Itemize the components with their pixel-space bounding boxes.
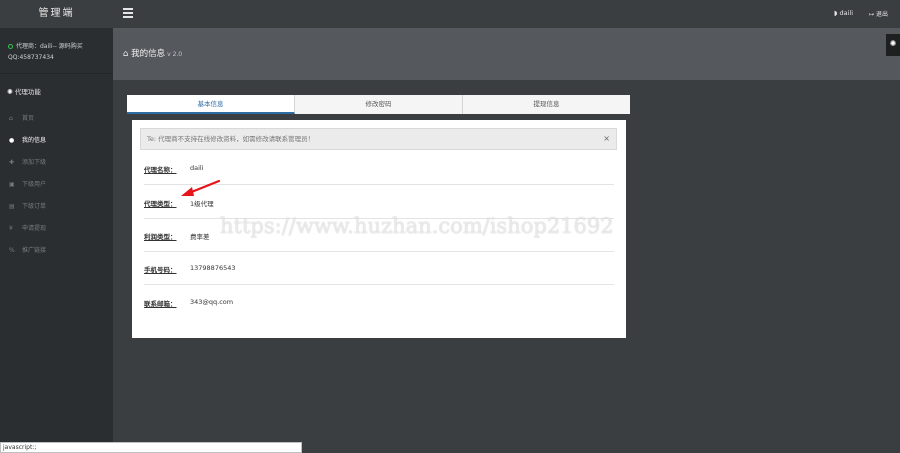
tab-bar: 基本信息 修改密码 提现信息: [127, 95, 630, 114]
home-icon: ⌂: [9, 115, 13, 122]
page-header: ⌂ 我的信息 v 2.0: [113, 28, 900, 80]
agent-info: 代理商：daili-- 源码购买 QQ:458737434: [0, 28, 113, 74]
sidebar-item-my-info[interactable]: ● 我的信息: [0, 130, 113, 152]
brand-logo[interactable]: 管理端: [0, 0, 113, 28]
home-icon: ⌂: [123, 49, 129, 59]
field-label: 手机号码：: [144, 266, 177, 274]
yen-icon: ¥: [9, 225, 13, 232]
menu-section-title: ✺ 代理功能: [7, 88, 41, 96]
field-value: daili: [190, 164, 204, 172]
online-status-icon: [8, 43, 13, 49]
notice-alert: Te: 代理商不支持在线修改资料，如需修改请联系管理员！ ×: [140, 128, 617, 150]
sidebar-item-sub-users[interactable]: ▣ 下级用户: [0, 174, 113, 196]
field-value: 1级代理: [190, 200, 214, 208]
field-row: 联系邮箱： 343@qq.com: [144, 286, 614, 319]
field-value: 13798876543: [190, 264, 236, 272]
menu-toggle-icon[interactable]: [123, 8, 133, 18]
sidebar-item-promo-link[interactable]: % 推广链接: [0, 240, 113, 262]
page-title: ⌂ 我的信息 v 2.0: [123, 49, 183, 59]
user-menu[interactable]: ◗ daili: [834, 9, 853, 17]
field-label: 联系邮箱：: [144, 300, 177, 308]
agent-qq: QQ:458737434: [8, 54, 54, 61]
sidebar-item-withdraw[interactable]: ¥ 申请提现: [0, 218, 113, 240]
sidebar-item-sub-orders[interactable]: ▤ 下级订单: [0, 196, 113, 218]
top-navbar: ◗ daili ↦ 退出: [113, 0, 900, 28]
close-icon[interactable]: ×: [603, 129, 610, 149]
shield-icon: ◗: [833, 9, 838, 17]
tab-change-password[interactable]: 修改密码: [295, 95, 463, 114]
gear-icon: ✺: [7, 88, 13, 96]
add-user-icon: ✚: [9, 159, 15, 166]
annotation-arrow-icon: [181, 179, 221, 196]
field-value: 费率差: [190, 233, 210, 241]
field-label: 代理名称：: [144, 166, 177, 174]
user-icon: ●: [9, 137, 15, 144]
tab-withdraw-info[interactable]: 提现信息: [463, 95, 630, 114]
field-value: 343@qq.com: [190, 298, 234, 306]
link-icon: %: [9, 247, 15, 254]
version-label: v 2.0: [167, 51, 183, 58]
sidebar: 管理端 代理商：daili-- 源码购买 QQ:458737434 ✺ 代理功能 …: [0, 0, 113, 453]
agent-name: 代理商：daili-- 源码购买: [16, 43, 83, 50]
sidebar-item-home[interactable]: ⌂ 首页: [0, 108, 113, 130]
users-icon: ▣: [9, 181, 15, 188]
watermark: https://www.huzhan.com/ishop21692: [220, 214, 614, 238]
tab-basic-info[interactable]: 基本信息: [127, 95, 295, 114]
browser-status-bar: javascript:;: [0, 442, 302, 453]
sidebar-item-add-sub[interactable]: ✚ 添加下级: [0, 152, 113, 174]
field-row: 手机号码： 13798876543: [144, 252, 614, 285]
logout-icon: ↦: [869, 11, 875, 18]
settings-gear-button[interactable]: ✺: [886, 34, 900, 56]
alert-text: Te: 代理商不支持在线修改资料，如需修改请联系管理员！: [147, 135, 315, 143]
order-icon: ▤: [9, 203, 15, 210]
field-label: 代理类型：: [144, 200, 177, 208]
sidebar-menu: ⌂ 首页 ● 我的信息 ✚ 添加下级 ▣ 下级用户 ▤ 下级订单 ¥ 申请提现 % 推广链接: [0, 108, 113, 262]
logout-link[interactable]: ↦ 退出: [869, 9, 888, 18]
field-label: 利润类型：: [144, 233, 177, 241]
